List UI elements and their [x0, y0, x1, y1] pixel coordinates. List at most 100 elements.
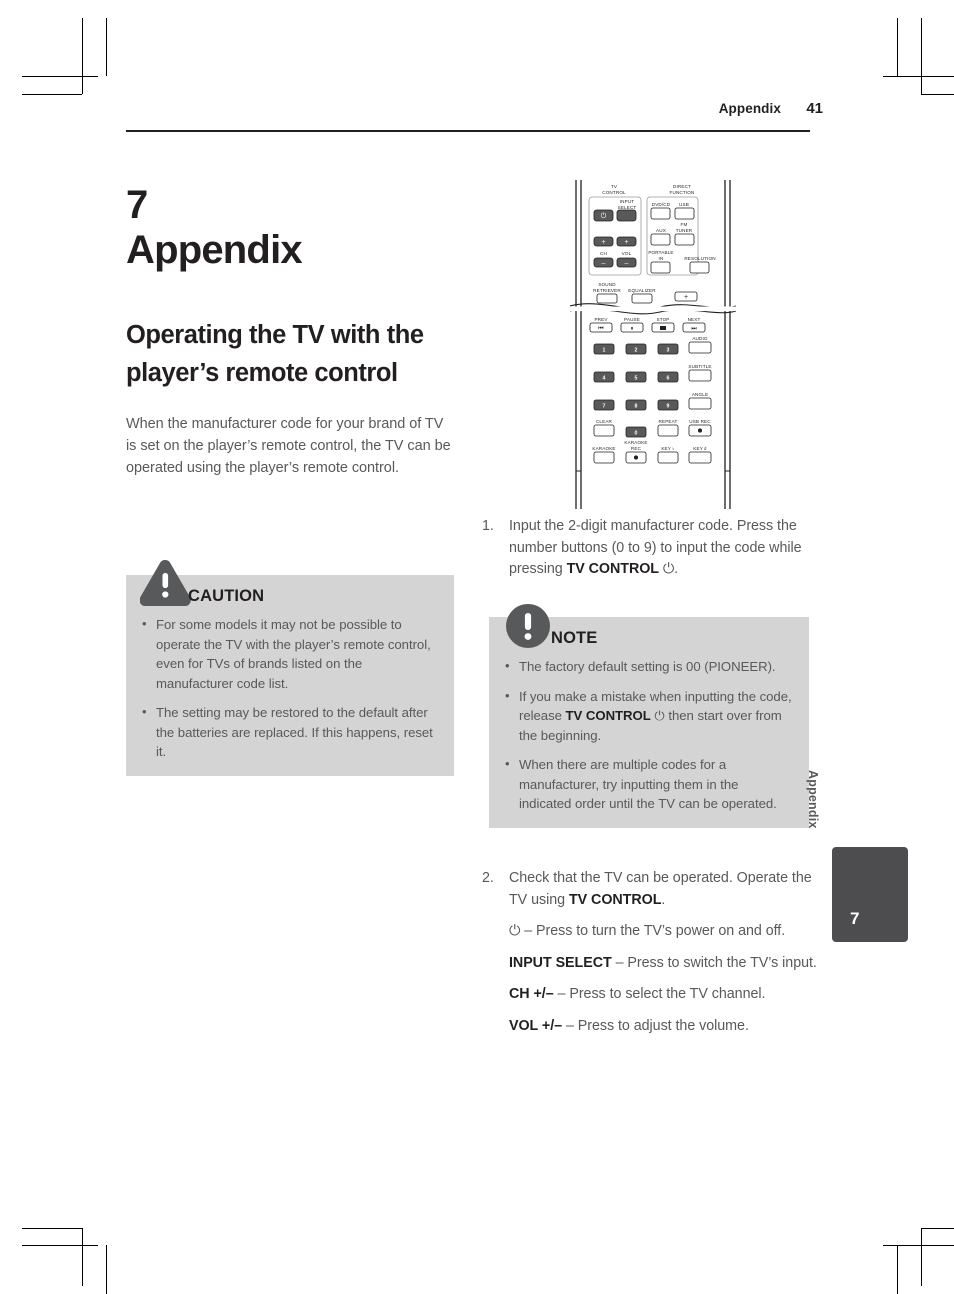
- chapter-title: Appendix: [126, 228, 303, 272]
- svg-text:5: 5: [635, 376, 638, 382]
- sound-retriever-button: [596, 293, 618, 304]
- svg-text:+: +: [684, 294, 688, 301]
- step2-sub-item-power: ⏻ – Press to turn the TV’s power on and …: [509, 921, 820, 943]
- karaoke-rec-dot: [633, 455, 639, 460]
- note-bullet-list: The factory default setting is 00 (PIONE…: [489, 656, 809, 828]
- text-run: The factory default setting is 00 (PIONE…: [519, 659, 776, 674]
- crop-mark-top-left: [22, 18, 108, 96]
- side-tab-chapter-marker: 7: [832, 847, 908, 942]
- bold-text-run: TV CONTROL: [566, 561, 659, 577]
- step-text: Input the 2-digit manufacturer code. Pre…: [509, 518, 802, 577]
- side-tab-number: 7: [850, 909, 860, 928]
- document-page: Appendix 41 7 Appendix Operating the TV …: [0, 0, 954, 1294]
- repeat-button: [657, 424, 679, 437]
- label-clear: CLEAR: [596, 419, 613, 424]
- label-ch: CH: [600, 251, 607, 256]
- step2-sub-item-vol: VOL +/– – Press to adjust the volume.: [509, 1016, 820, 1038]
- aux-button: [650, 233, 671, 246]
- label-tuner: TUNER: [676, 228, 693, 233]
- text-run: .: [661, 891, 666, 908]
- label-vol: VOL: [622, 251, 632, 256]
- step2-sub-item-ch: CH +/– – Press to select the TV channel.: [509, 984, 820, 1006]
- step-number: 2.: [482, 870, 494, 886]
- steps-list-2: 2. Check that the TV can be operated. Op…: [482, 868, 820, 1037]
- bold-text-run: VOL +/–: [509, 1017, 563, 1034]
- text-run: – Press to switch the TV’s input.: [611, 954, 817, 971]
- caution-bullet-list: For some models it may not be possible t…: [126, 614, 454, 776]
- svg-text:6: 6: [667, 376, 670, 382]
- chapter-number: 7: [126, 183, 148, 227]
- svg-text:3: 3: [667, 348, 670, 354]
- svg-text:4: 4: [603, 376, 606, 382]
- label-direct: DIRECT: [673, 184, 691, 189]
- left-column: 7 Appendix Operating the TV with the pla…: [126, 184, 456, 494]
- bold-text-run: TV CONTROL: [568, 891, 662, 908]
- svg-text:⏭: ⏭: [691, 325, 697, 332]
- label-input: INPUT: [620, 199, 635, 204]
- steps-list: 1. Input the 2-digit manufacturer code. …: [482, 516, 814, 581]
- list-item: The factory default setting is 00 (PIONE…: [504, 656, 793, 677]
- label-angle: ANGLE: [692, 392, 708, 397]
- step2-sub-item-input-select: INPUT SELECT – Press to switch the TV’s …: [509, 953, 820, 975]
- note-header: NOTE: [489, 604, 809, 657]
- label-usb-rec: USB REC: [689, 419, 711, 424]
- caution-callout: CAUTION For some models it may not be po…: [126, 560, 454, 776]
- svg-text:2: 2: [635, 348, 638, 354]
- header-section-label: Appendix: [718, 101, 781, 116]
- label-stop: STOP: [656, 317, 669, 322]
- label-karaoke-rec-2: REC: [631, 446, 642, 451]
- bold-text-run: TV CONTROL: [565, 708, 651, 723]
- step-item-2: 2. Check that the TV can be operated. Op…: [482, 868, 820, 1037]
- label-next: NEXT: [688, 317, 701, 322]
- svg-text:8: 8: [635, 404, 638, 410]
- label-usb: USB: [679, 202, 689, 207]
- text-run: – Press to select the TV channel.: [553, 986, 766, 1002]
- label-tv: TV: [611, 184, 618, 189]
- clear-button: [593, 424, 615, 437]
- label-prev: PREV: [594, 317, 608, 322]
- svg-text:⏸: ⏸: [630, 325, 633, 332]
- audio-button: [688, 341, 712, 354]
- equalizer-button: [631, 293, 653, 304]
- input-select-button: [616, 209, 637, 222]
- label-dvdcd: DVD/CD: [652, 202, 671, 207]
- crop-mark-bottom-right: [873, 1218, 954, 1294]
- svg-text:–: –: [602, 260, 606, 267]
- usb-rec-dot: [697, 428, 703, 433]
- dvd-cd-button: [650, 207, 671, 220]
- svg-text:+: +: [624, 239, 628, 246]
- text-run: – Press to adjust the volume.: [562, 1017, 749, 1034]
- label-karaoke: KARAOKE: [592, 446, 615, 451]
- text-run: ⏻: [509, 923, 521, 939]
- label-fm: FM: [681, 222, 688, 227]
- label-aux: AUX: [656, 228, 666, 233]
- list-item: For some models it may not be possible t…: [141, 614, 438, 693]
- side-tab-label: Appendix: [806, 770, 820, 829]
- exclamation-circle-icon: [506, 604, 550, 648]
- crop-mark-top-right: [873, 18, 954, 96]
- right-column-step2: 2. Check that the TV can be operated. Op…: [482, 868, 820, 1037]
- illustration-break-squiggle: [570, 303, 736, 315]
- step-text: Check that the TV can be operated. Opera…: [509, 870, 812, 908]
- label-in: IN: [659, 256, 664, 261]
- note-callout: NOTE The factory default setting is 00 (…: [489, 604, 809, 828]
- list-item: The setting may be restored to the defau…: [141, 702, 438, 762]
- list-item: When there are multiple codes for a manu…: [504, 754, 793, 814]
- remote-control-illustration: .lbl { font-family: "Liberation Sans", s…: [570, 178, 736, 511]
- caution-header: CAUTION: [126, 560, 454, 615]
- right-column-step1: 1. Input the 2-digit manufacturer code. …: [482, 516, 814, 581]
- label-sound: SOUND: [598, 282, 616, 287]
- karaoke-button: [593, 451, 615, 464]
- list-item: If you make a mistake when inputting the…: [504, 686, 793, 746]
- label-key-flat: KEY ♭: [661, 446, 674, 451]
- label-control: CONTROL: [602, 190, 626, 195]
- step-number: 1.: [482, 518, 494, 534]
- label-key-sharp: KEY ♯: [693, 446, 707, 451]
- usb-button: [674, 207, 695, 220]
- label-audio: AUDIO: [692, 336, 708, 341]
- subtitle-button: [688, 369, 712, 382]
- fm-tuner-button: [674, 233, 695, 246]
- text-run: When there are multiple codes for a manu…: [519, 757, 777, 811]
- crop-mark-bottom-left: [22, 1218, 108, 1294]
- label-equalizer: EQUALIZER: [628, 288, 656, 293]
